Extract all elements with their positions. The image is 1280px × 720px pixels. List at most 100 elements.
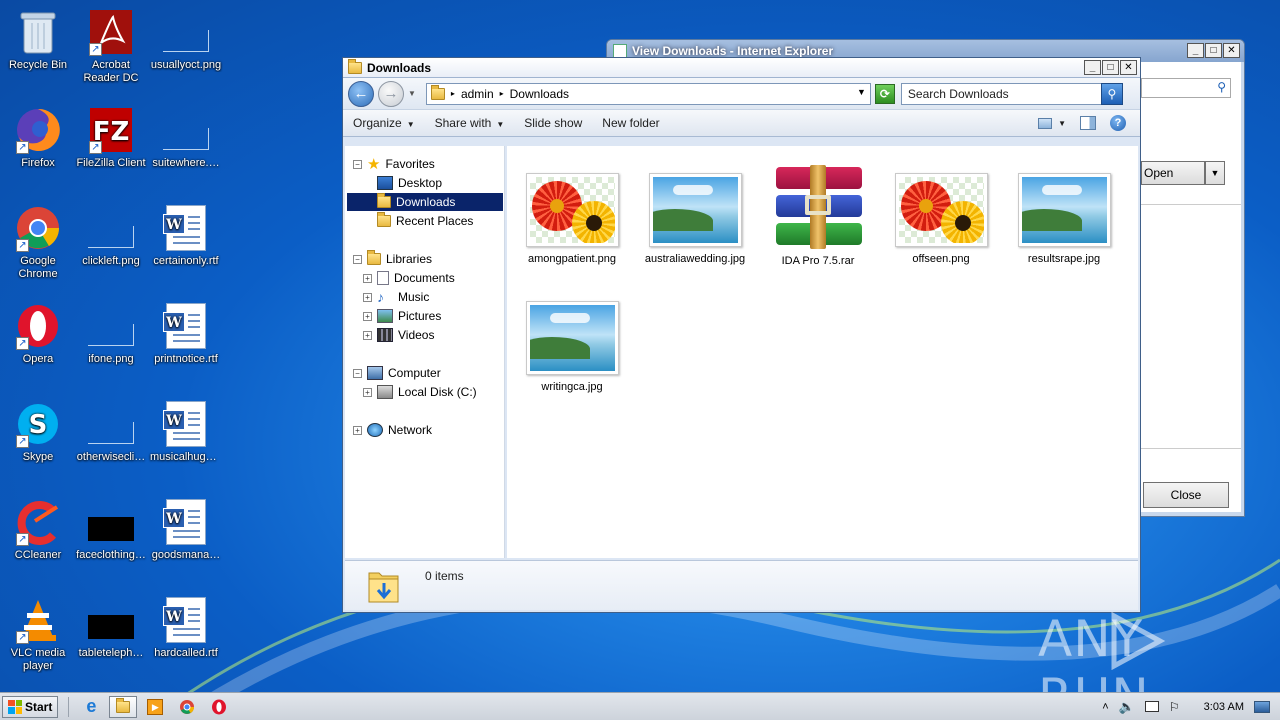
- file-item[interactable]: resultsrape.jpg: [1009, 173, 1119, 265]
- nav-network[interactable]: + Network: [353, 421, 432, 439]
- taskbar-ie[interactable]: e: [77, 696, 105, 718]
- file-item[interactable]: amongpatient.png: [517, 173, 627, 265]
- taskbar-opera[interactable]: [205, 696, 233, 718]
- nav-libraries[interactable]: − Libraries: [353, 250, 432, 268]
- view-options-dropdown-icon[interactable]: ▼: [1058, 119, 1066, 128]
- desktop-icon: [377, 176, 393, 190]
- action-center-flag-icon[interactable]: ⚐: [1169, 700, 1180, 714]
- nav-desktop[interactable]: Desktop: [377, 174, 442, 192]
- file-item[interactable]: writingca.jpg: [517, 301, 627, 393]
- ie-search-box[interactable]: ⚲: [1141, 78, 1231, 98]
- expand-icon[interactable]: +: [363, 292, 372, 302]
- clock[interactable]: 3:03 AM: [1204, 701, 1244, 713]
- expand-icon[interactable]: +: [353, 425, 362, 435]
- address-dropdown-icon[interactable]: ▼: [857, 87, 866, 97]
- desktop-file-tableteleph[interactable]: tableteleph…: [73, 596, 149, 660]
- search-icon[interactable]: ⚲: [1100, 82, 1123, 105]
- show-desktop-button[interactable]: [1254, 700, 1270, 713]
- word-file-icon: W: [162, 400, 210, 448]
- ie-close-button[interactable]: Close: [1143, 482, 1229, 508]
- refresh-button[interactable]: ⟳: [874, 83, 895, 104]
- back-button[interactable]: ←: [348, 80, 374, 107]
- desktop-file-faceclothing[interactable]: faceclothing…: [73, 498, 149, 562]
- start-button[interactable]: Start: [2, 695, 59, 718]
- desktop-icon-recycle-bin[interactable]: Recycle Bin: [0, 8, 76, 72]
- collapse-icon[interactable]: −: [353, 159, 362, 169]
- explorer-window[interactable]: Downloads _ □ ✕ ← → ▼ ▸ admin ▸ Download…: [342, 57, 1141, 613]
- new-folder-button[interactable]: New folder: [602, 116, 659, 130]
- desktop-file-certainonly[interactable]: W certainonly.rtf: [148, 204, 224, 268]
- history-dropdown-icon[interactable]: ▼: [408, 89, 416, 98]
- nav-pictures[interactable]: + Pictures: [363, 307, 441, 325]
- desktop-file-otherwisecli[interactable]: otherwisecli…: [73, 400, 149, 464]
- desktop-file-usuallyoct[interactable]: usuallyoct.png: [148, 8, 224, 72]
- expand-icon[interactable]: +: [363, 311, 372, 321]
- nav-documents[interactable]: + Documents: [363, 269, 455, 287]
- collapse-icon[interactable]: −: [353, 368, 362, 378]
- file-name: amongpatient.png: [527, 253, 617, 265]
- explorer-titlebar[interactable]: Downloads: [343, 58, 1140, 78]
- documents-icon: [377, 271, 389, 285]
- help-icon[interactable]: ?: [1110, 115, 1126, 131]
- address-field[interactable]: ▸ admin ▸ Downloads ▼: [425, 82, 871, 105]
- ie-open-button[interactable]: Open: [1141, 161, 1205, 185]
- desktop-file-musicalhuge[interactable]: W musicalhuge…: [148, 400, 224, 464]
- file-item[interactable]: australiawedding.jpg: [640, 173, 750, 265]
- ie-open-dropdown[interactable]: ▼: [1205, 161, 1225, 185]
- nav-local-disk[interactable]: + Local Disk (C:): [363, 383, 477, 401]
- desktop-icon-vlc[interactable]: ↗ VLC media player: [0, 596, 76, 673]
- change-view-icon[interactable]: [1038, 117, 1053, 129]
- expand-icon[interactable]: +: [363, 330, 372, 340]
- navigation-pane: − ★ Favorites Desktop Downloads Recent P…: [345, 146, 505, 558]
- desktop-file-hardcalled[interactable]: W hardcalled.rtf: [148, 596, 224, 660]
- desktop-file-printnotice[interactable]: W printnotice.rtf: [148, 302, 224, 366]
- nav-music[interactable]: + ♪ Music: [363, 288, 429, 306]
- breadcrumb-admin[interactable]: admin: [461, 87, 494, 101]
- minimize-button[interactable]: _: [1084, 60, 1101, 75]
- network-tray-icon[interactable]: [1144, 701, 1159, 712]
- desktop-icon-chrome[interactable]: ↗ Google Chrome: [0, 204, 76, 281]
- desktop-file-ifone[interactable]: ifone.png: [73, 302, 149, 366]
- minimize-button[interactable]: _: [1187, 43, 1204, 58]
- desktop-icon-firefox[interactable]: ↗ Firefox: [0, 106, 76, 170]
- search-input[interactable]: Search Downloads ⚲: [900, 82, 1123, 105]
- desktop-icon-ccleaner[interactable]: ↗ CCleaner: [0, 498, 76, 562]
- preview-pane-icon[interactable]: [1080, 116, 1096, 130]
- expand-icon[interactable]: +: [363, 387, 372, 397]
- file-item[interactable]: IDA Pro 7.5.rar: [763, 165, 873, 267]
- volume-icon[interactable]: 🔈: [1119, 699, 1135, 715]
- desktop-file-goodsmana[interactable]: W goodsmana…: [148, 498, 224, 562]
- show-hidden-icons-button[interactable]: ˄: [1102, 701, 1108, 713]
- nav-computer[interactable]: − Computer: [353, 364, 441, 382]
- desktop-file-clickleft[interactable]: clickleft.png: [73, 204, 149, 268]
- close-window-button[interactable]: ✕: [1223, 43, 1240, 58]
- breadcrumb-chevron-icon[interactable]: ▸: [500, 89, 504, 98]
- desktop-file-suitewhere[interactable]: suitewhere.…: [148, 106, 224, 170]
- maximize-button[interactable]: □: [1205, 43, 1222, 58]
- file-item[interactable]: offseen.png: [886, 173, 996, 265]
- forward-button[interactable]: →: [378, 80, 404, 107]
- nav-favorites[interactable]: − ★ Favorites: [353, 155, 435, 173]
- share-with-menu[interactable]: Share with ▼: [435, 116, 505, 130]
- organize-menu[interactable]: Organize ▼: [353, 116, 415, 130]
- taskbar-explorer[interactable]: [109, 695, 138, 718]
- desktop-icon-skype[interactable]: S ↗ Skype: [0, 400, 76, 464]
- libraries-icon: [367, 250, 381, 265]
- nav-downloads[interactable]: Downloads: [347, 193, 503, 211]
- nav-recent-places[interactable]: Recent Places: [377, 212, 473, 230]
- breadcrumb-downloads[interactable]: Downloads: [510, 87, 569, 101]
- desktop-icon-opera[interactable]: ↗ Opera: [0, 302, 76, 366]
- slide-show-button[interactable]: Slide show: [524, 116, 582, 130]
- taskbar-media-player[interactable]: ▶: [141, 696, 169, 718]
- nav-videos[interactable]: + Videos: [363, 326, 434, 344]
- expand-icon[interactable]: +: [363, 273, 372, 283]
- collapse-icon[interactable]: −: [353, 254, 362, 264]
- desktop-icon-filezilla[interactable]: FZ ↗ FileZilla Client: [73, 106, 149, 170]
- taskbar-chrome[interactable]: [173, 696, 201, 718]
- breadcrumb-chevron-icon[interactable]: ▸: [451, 89, 455, 98]
- close-window-button[interactable]: ✕: [1120, 60, 1137, 75]
- desktop-icon-acrobat[interactable]: ↗ Acrobat Reader DC: [73, 8, 149, 85]
- maximize-button[interactable]: □: [1102, 60, 1119, 75]
- chrome-icon: [180, 699, 195, 714]
- image-thumbnail: [525, 301, 619, 375]
